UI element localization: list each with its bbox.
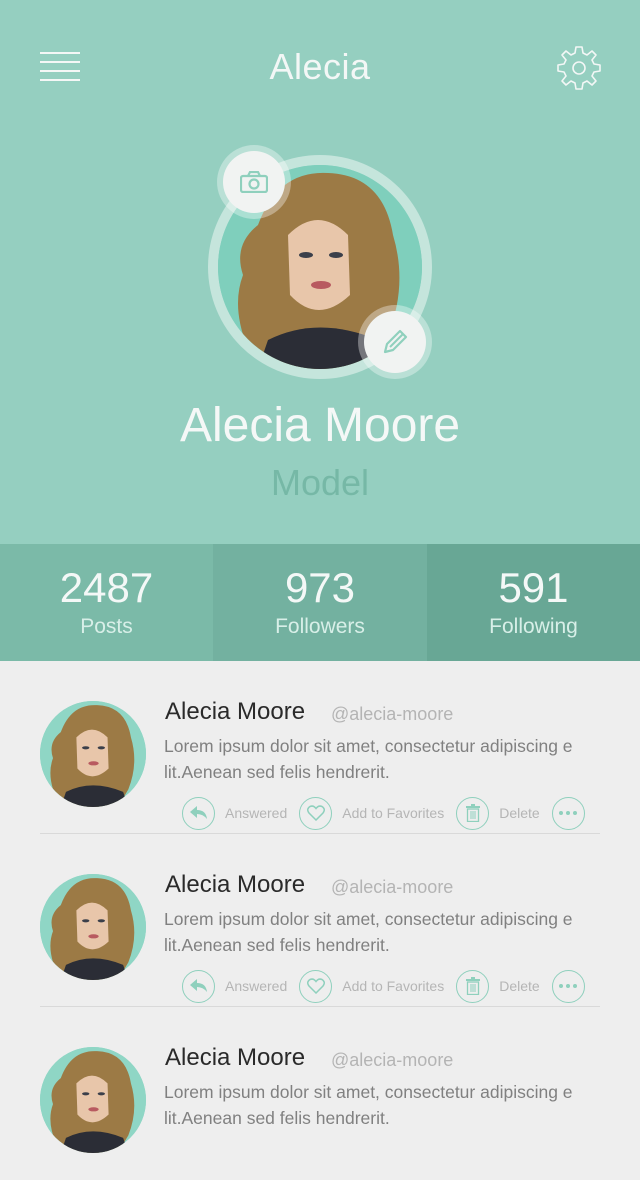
heart-icon — [306, 978, 325, 994]
more-dots-icon — [559, 984, 578, 988]
post-text: Lorem ipsum dolor sit amet, consectetur … — [164, 909, 573, 955]
reply-icon — [189, 806, 207, 819]
profile-role: Model — [270, 462, 370, 503]
favorite-label: Add to Favorites — [342, 978, 445, 994]
post-actions: Answered Add to Favorites Delete — [182, 796, 585, 830]
post-handle[interactable]: @alecia-moore — [331, 877, 453, 898]
gear-icon[interactable] — [556, 45, 602, 91]
post-avatar[interactable] — [40, 874, 146, 980]
heart-icon — [306, 805, 325, 821]
reply-button[interactable]: Answered — [182, 969, 299, 1003]
profile-header: Alecia Alecia Moore Model — [0, 0, 640, 544]
post-avatar-photo — [40, 1047, 146, 1153]
reply-label: Answered — [225, 978, 288, 994]
post-text: Lorem ipsum dolor sit amet, consectetur … — [164, 1082, 573, 1128]
post-author[interactable]: Alecia Moore — [165, 1044, 305, 1072]
post-author[interactable]: Alecia Moore — [165, 871, 305, 899]
reply-icon — [189, 979, 207, 992]
favorite-label: Add to Favorites — [342, 805, 445, 821]
post-item: Alecia Moore @alecia-moore Lorem ipsum d… — [0, 1007, 640, 1180]
stat-value: 591 — [498, 564, 569, 611]
favorite-button[interactable]: Add to Favorites — [299, 969, 456, 1003]
delete-button[interactable]: Delete — [456, 796, 551, 830]
delete-label: Delete — [499, 805, 540, 821]
page-title: Alecia — [269, 46, 371, 87]
more-button[interactable] — [551, 796, 585, 830]
camera-icon — [240, 171, 268, 193]
stat-followers[interactable]: 973 Followers — [213, 544, 427, 661]
pencil-icon — [383, 329, 408, 354]
stat-value: 973 — [284, 564, 356, 611]
trash-icon — [465, 804, 480, 822]
stat-label: Posts — [80, 615, 133, 638]
post-actions: Answered Add to Favorites Delete — [182, 969, 585, 1003]
post-author[interactable]: Alecia Moore — [165, 698, 305, 726]
post-handle[interactable]: @alecia-moore — [331, 704, 453, 725]
post-handle[interactable]: @alecia-moore — [331, 1050, 453, 1071]
delete-button[interactable]: Delete — [456, 969, 551, 1003]
stat-value: 2487 — [59, 564, 154, 611]
post-avatar[interactable] — [40, 701, 146, 807]
stat-label: Followers — [275, 615, 365, 638]
post-text: Lorem ipsum dolor sit amet, consectetur … — [164, 736, 573, 782]
post-item: Alecia Moore @alecia-moore Lorem ipsum d… — [0, 834, 640, 1007]
post-feed: Alecia Moore @alecia-moore Lorem ipsum d… — [0, 661, 640, 1180]
delete-label: Delete — [499, 978, 540, 994]
more-dots-icon — [559, 811, 578, 815]
stat-label: Following — [489, 615, 578, 638]
post-item: Alecia Moore @alecia-moore Lorem ipsum d… — [0, 661, 640, 834]
more-button[interactable] — [551, 969, 585, 1003]
reply-label: Answered — [225, 805, 288, 821]
stat-posts[interactable]: 2487 Posts — [0, 544, 213, 661]
stats-bar: 2487 Posts 973 Followers 591 Following — [0, 544, 640, 661]
reply-button[interactable]: Answered — [182, 796, 299, 830]
profile-name: Alecia Moore — [179, 399, 461, 452]
trash-icon — [465, 977, 480, 995]
edit-profile-button[interactable] — [364, 311, 426, 373]
post-avatar-photo — [40, 874, 146, 980]
stat-following[interactable]: 591 Following — [427, 544, 640, 661]
change-photo-button[interactable] — [223, 151, 285, 213]
post-avatar[interactable] — [40, 1047, 146, 1153]
favorite-button[interactable]: Add to Favorites — [299, 796, 456, 830]
post-avatar-photo — [40, 701, 146, 807]
